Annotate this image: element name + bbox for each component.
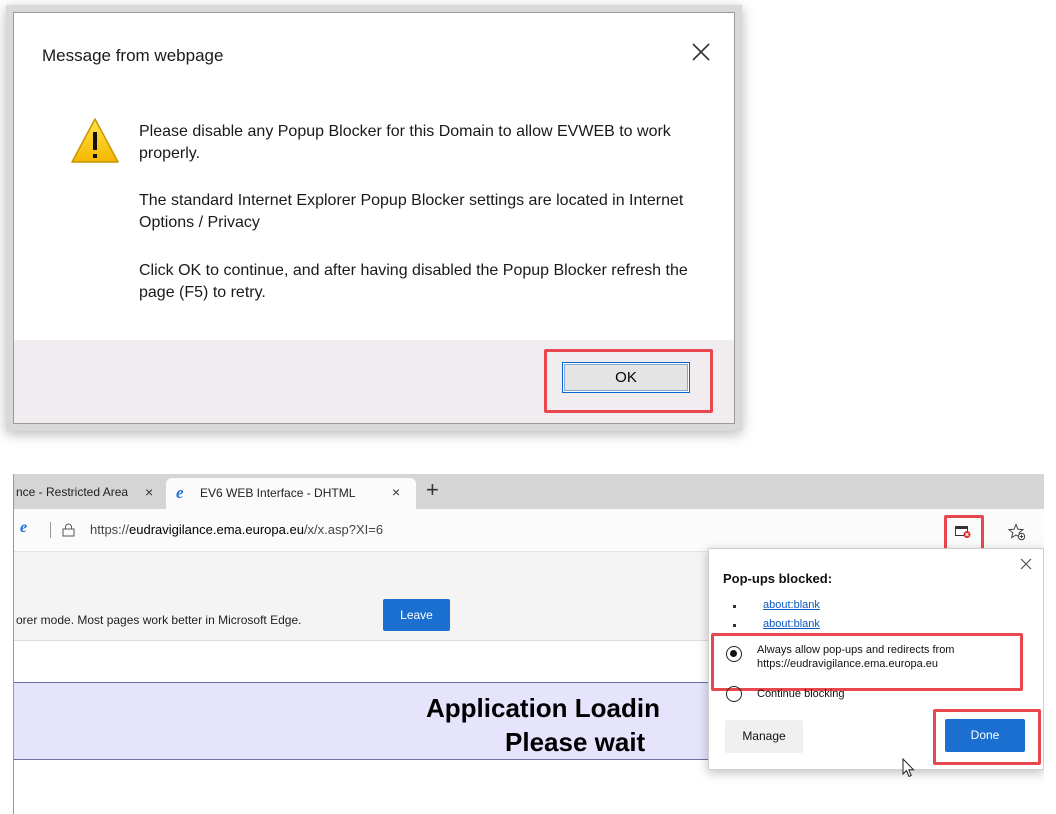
new-tab-button[interactable]: + bbox=[426, 477, 439, 503]
separator bbox=[50, 522, 51, 538]
done-button[interactable]: Done bbox=[945, 719, 1025, 752]
ok-button[interactable]: OK bbox=[562, 362, 690, 393]
popup-blocked-icon[interactable] bbox=[955, 526, 971, 538]
ie-mode-icon[interactable]: e bbox=[20, 519, 27, 537]
continue-blocking-label[interactable]: Continue blocking bbox=[757, 688, 844, 700]
popups-blocked-flyout: Pop-ups blocked: about:blank about:blank… bbox=[708, 548, 1044, 770]
tab-label: EV6 WEB Interface - DHTML bbox=[200, 486, 356, 500]
close-icon[interactable] bbox=[1019, 557, 1033, 571]
ie-icon: e bbox=[176, 483, 184, 502]
tab-ev6-web-interface[interactable]: e EV6 WEB Interface - DHTML × bbox=[166, 478, 416, 509]
leave-button[interactable]: Leave bbox=[383, 599, 450, 631]
warning-icon bbox=[71, 118, 119, 163]
loading-subtitle: Please wait bbox=[505, 727, 646, 757]
dialog-title: Message from webpage bbox=[42, 46, 224, 65]
url-prefix: https:// bbox=[90, 522, 130, 537]
continue-blocking-radio[interactable] bbox=[726, 686, 742, 702]
tab-close-icon[interactable]: × bbox=[145, 484, 153, 500]
url-path: /x/x.asp?XI=6 bbox=[303, 522, 384, 537]
tab-close-icon[interactable]: × bbox=[392, 484, 400, 500]
tab-restricted-area[interactable]: nce - Restricted Area × bbox=[14, 474, 164, 509]
loading-title: Application Loadin bbox=[426, 693, 660, 723]
tab-bar: nce - Restricted Area × e EV6 WEB Interf… bbox=[14, 474, 1044, 509]
dialog-message-3: Click OK to continue, and after having d… bbox=[139, 262, 688, 301]
url-input[interactable]: https://eudravigilance.ema.europa.eu/x/x… bbox=[90, 522, 383, 537]
url-host: eudravigilance.ema.europa.eu bbox=[129, 522, 304, 537]
flyout-title: Pop-ups blocked: bbox=[723, 571, 833, 586]
tab-label: nce - Restricted Area bbox=[16, 485, 129, 499]
blocked-popup-link[interactable]: about:blank bbox=[763, 618, 820, 630]
blocked-popup-link[interactable]: about:blank bbox=[763, 599, 820, 611]
dialog-message-2: The standard Internet Explorer Popup Blo… bbox=[139, 192, 684, 231]
always-allow-radio[interactable] bbox=[726, 646, 742, 662]
bullet bbox=[733, 624, 736, 627]
always-allow-label[interactable]: Always allow pop-ups and redirects from … bbox=[757, 643, 1007, 671]
infobar-text: orer mode. Most pages work better in Mic… bbox=[16, 613, 302, 627]
message-dialog: Message from webpage Please disable any … bbox=[13, 12, 735, 424]
close-icon[interactable] bbox=[690, 41, 712, 63]
favorites-star-icon[interactable] bbox=[1008, 523, 1026, 541]
browser-window: nce - Restricted Area × e EV6 WEB Interf… bbox=[13, 474, 1044, 814]
bullet bbox=[733, 605, 736, 608]
address-bar: e https://eudravigilance.ema.europa.eu/x… bbox=[14, 509, 1044, 552]
page-info-icon[interactable] bbox=[62, 523, 75, 537]
manage-button[interactable]: Manage bbox=[725, 720, 803, 753]
dialog-message-1: Please disable any Popup Blocker for thi… bbox=[139, 123, 671, 162]
mouse-cursor-icon bbox=[902, 758, 915, 778]
